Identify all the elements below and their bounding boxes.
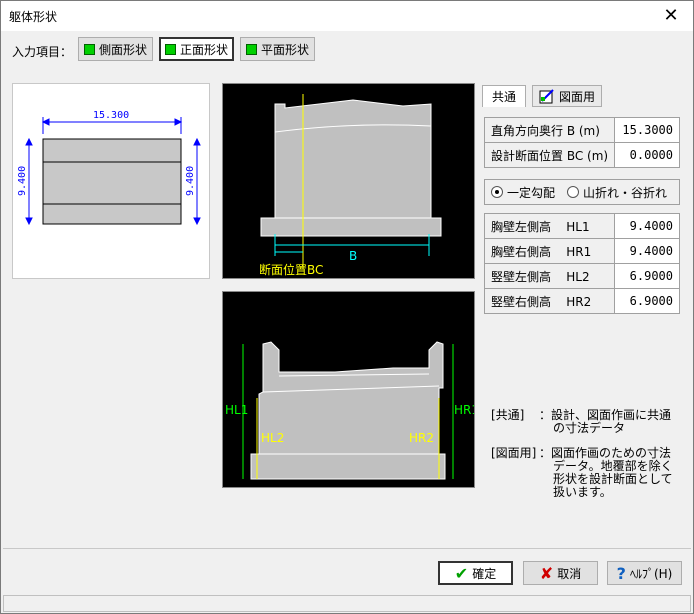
- hr1-row-label: 胸壁右側高 HR1: [484, 238, 615, 264]
- side-left-height-label: 9.400: [17, 166, 28, 196]
- section-view-drawing: HL1 HR1 HL2 HR2: [225, 341, 479, 480]
- green-square-icon: [83, 43, 95, 55]
- radio-dot: [567, 186, 580, 198]
- side-view-drawing: 15.300 9.400 9.400: [17, 110, 201, 226]
- status-bar: [3, 595, 691, 612]
- section-view-panel: HL1 HR1 HL2 HR2: [222, 291, 479, 488]
- ok-button[interactable]: ✔ 確定: [438, 561, 513, 585]
- radio-ridge-valley[interactable]: 山折れ・谷折れ: [567, 184, 667, 201]
- radio-dot: [491, 186, 503, 198]
- front-view-drawing: B 断面位置BC: [259, 94, 442, 277]
- note-drawing: [図面用] ：図面作画のための寸法 データ。地覆部を除く 形状を設計断面として 扱…: [491, 446, 673, 499]
- window-title: 躯体形状: [9, 10, 58, 24]
- bc-label: 設計断面位置 BC (m): [483, 142, 616, 168]
- side-right-height-label: 9.400: [185, 166, 196, 196]
- hr1-label: HR1: [454, 403, 474, 417]
- green-square-icon: [164, 43, 176, 55]
- bc-value[interactable]: 0.0000: [614, 142, 680, 168]
- drawing-icon: [539, 89, 554, 104]
- help-label: ﾍﾙﾌﾟ(H): [629, 566, 673, 581]
- front-shape-label: 正面形状: [179, 42, 228, 57]
- radio-constant-slope[interactable]: 一定勾配: [491, 184, 555, 201]
- front-view-panel: B 断面位置BC: [222, 83, 475, 279]
- depth-value[interactable]: 15.3000: [614, 117, 680, 143]
- hr2-value[interactable]: 6.9000: [614, 288, 680, 314]
- side-width-label: 15.300: [93, 110, 129, 121]
- radio-ridge-label: 山折れ・谷折れ: [583, 185, 668, 200]
- tab-drawing-label: 図面用: [558, 89, 595, 104]
- table-row: 竪壁右側高 HR2 6.9000: [484, 288, 680, 314]
- hr1-value[interactable]: 9.4000: [614, 238, 680, 264]
- cross-icon: ✘: [539, 563, 554, 583]
- hl1-label: HL1: [225, 403, 248, 417]
- footer-divider: [3, 548, 691, 549]
- hl2-row-label: 竪壁左側高 HL2: [484, 263, 615, 289]
- table-row: 竪壁左側高 HL2 6.9000: [484, 263, 680, 289]
- bc-position-label: 断面位置BC: [259, 262, 323, 277]
- depth-label: 直角方向奥行 B (m): [483, 117, 616, 143]
- front-shape-button[interactable]: 正面形状: [159, 37, 234, 61]
- hr2-label: HR2: [409, 431, 434, 445]
- tab-common-label: 共通: [491, 90, 516, 104]
- plan-shape-label: 平面形状: [260, 42, 309, 57]
- dialog-window: 躯体形状 ✕ 入力項目： 側面形状 正面形状 平面形状 15.300 9.400…: [0, 0, 694, 614]
- table-row: 胸壁左側高 HL1 9.4000: [484, 213, 680, 239]
- side-view-panel: 15.300 9.400 9.400: [12, 83, 210, 279]
- help-button[interactable]: ? ﾍﾙﾌﾟ(H): [607, 561, 682, 585]
- table-row: 設計断面位置 BC (m) 0.0000: [483, 142, 680, 168]
- tab-common[interactable]: 共通: [482, 85, 526, 107]
- input-items-label: 入力項目：: [12, 45, 73, 59]
- hl2-value[interactable]: 6.9000: [614, 263, 680, 289]
- ok-label: 確定: [472, 566, 497, 581]
- height-table: 胸壁左側高 HL1 9.4000 胸壁右側高 HR1 9.4000 竪壁左側高 …: [484, 213, 680, 314]
- hl1-row-label: 胸壁左側高 HL1: [484, 213, 615, 239]
- tab-drawing[interactable]: 図面用: [532, 85, 602, 107]
- radio-constant-label: 一定勾配: [507, 185, 556, 200]
- table-row: 胸壁右側高 HR1 9.4000: [484, 238, 680, 264]
- checkmark-icon: ✔: [454, 563, 469, 583]
- hl1-value[interactable]: 9.4000: [614, 213, 680, 239]
- question-icon: ?: [616, 563, 626, 583]
- slope-radio-group: 一定勾配 山折れ・谷折れ: [484, 179, 680, 205]
- common-table: 直角方向奥行 B (m) 15.3000 設計断面位置 BC (m) 0.000…: [483, 117, 680, 168]
- close-icon[interactable]: ✕: [649, 1, 693, 31]
- side-shape-label: 側面形状: [98, 42, 147, 57]
- cancel-label: 取消: [557, 566, 582, 581]
- side-shape-button[interactable]: 側面形状: [78, 37, 153, 61]
- table-row: 直角方向奥行 B (m) 15.3000: [483, 117, 680, 143]
- cancel-button[interactable]: ✘ 取消: [523, 561, 598, 585]
- title-bar: 躯体形状 ✕: [1, 1, 693, 31]
- green-square-icon: [245, 43, 257, 55]
- hr2-row-label: 竪壁右側高 HR2: [484, 288, 615, 314]
- note-common: [共通] ：設計、図面作画に共通 の寸法データ: [491, 408, 672, 435]
- b-dimension-label: B: [349, 249, 357, 263]
- hl2-label: HL2: [261, 431, 284, 445]
- plan-shape-button[interactable]: 平面形状: [240, 37, 315, 61]
